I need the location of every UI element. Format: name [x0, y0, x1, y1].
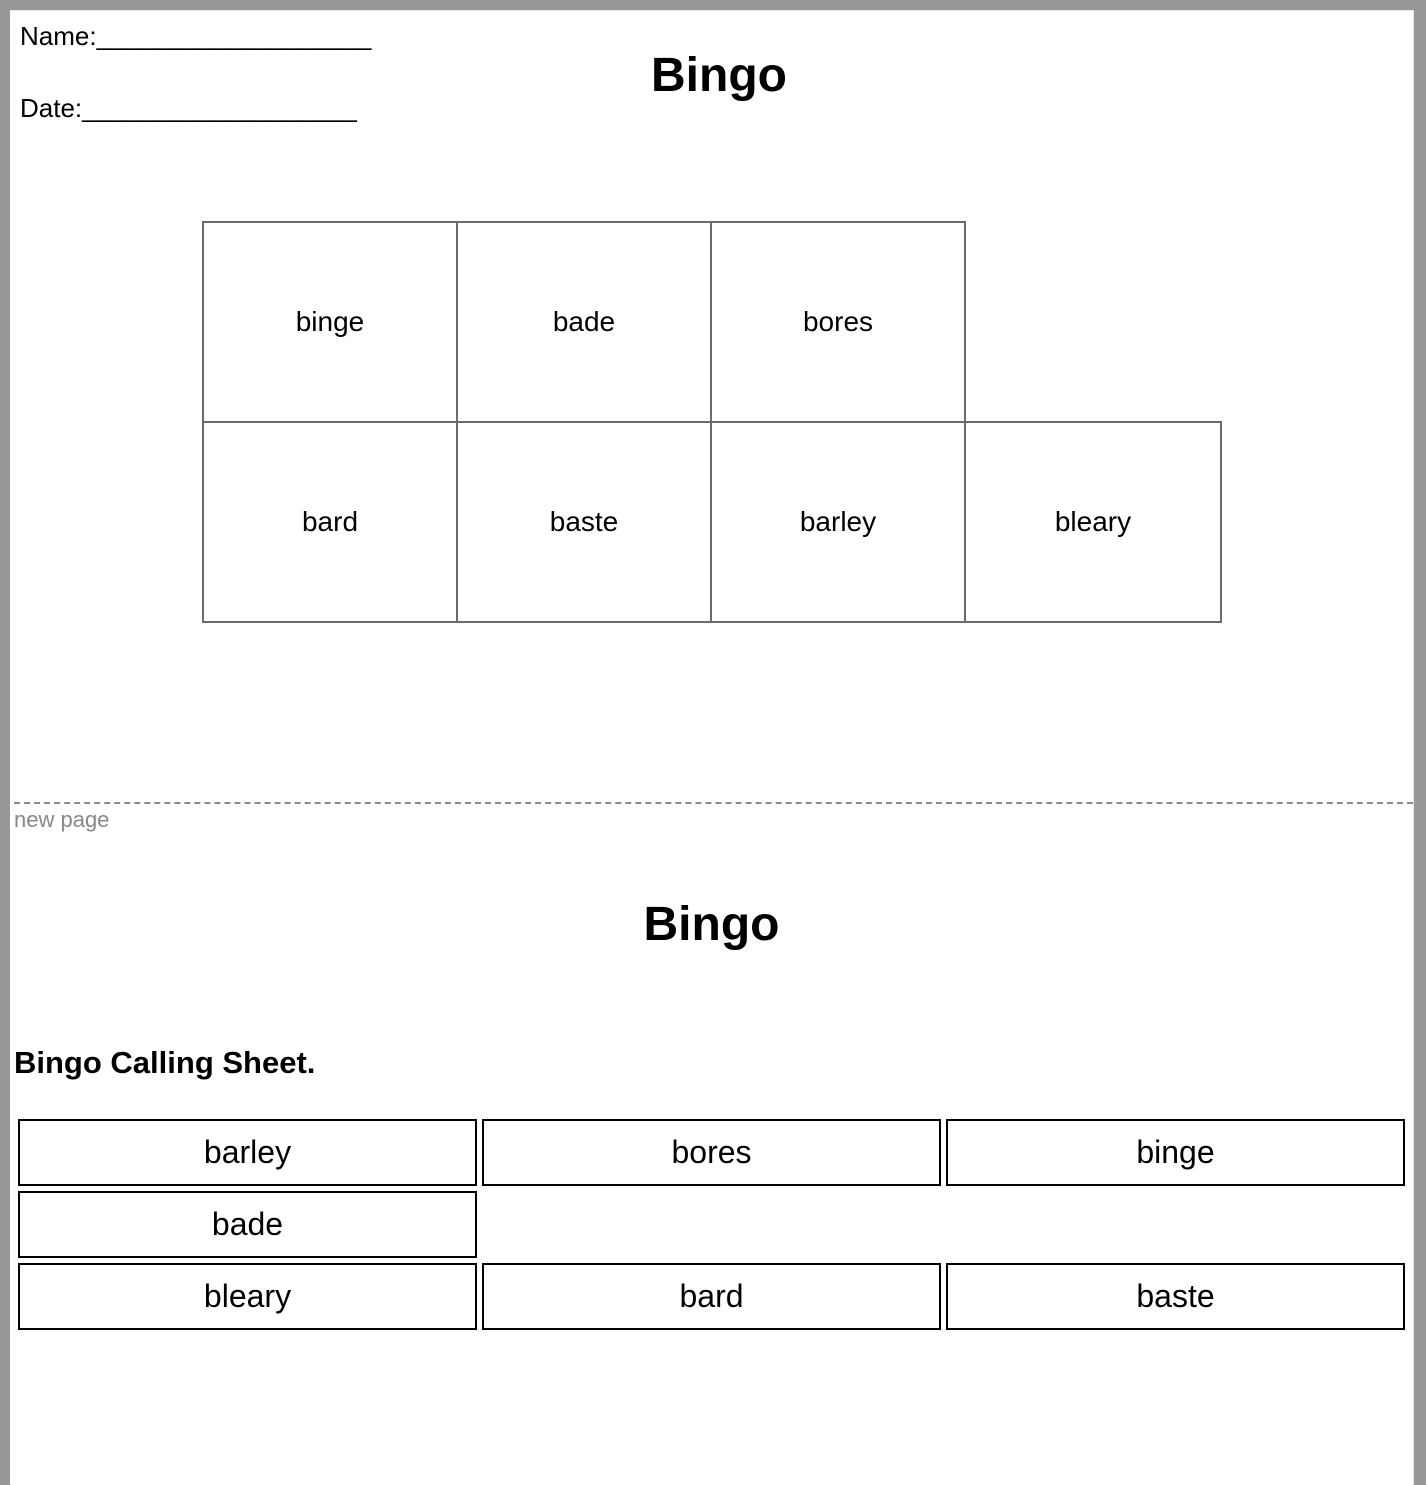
bingo-cell: bard [202, 421, 458, 623]
bingo-cell: binge [202, 221, 458, 423]
page-break-divider [14, 802, 1413, 804]
bingo-cell: bade [456, 221, 712, 423]
bingo-cell: bores [710, 221, 966, 423]
calling-cell: bade [18, 1191, 477, 1258]
calling-sheet-heading: Bingo Calling Sheet. [14, 1045, 316, 1080]
bingo-cell: barley [710, 421, 966, 623]
calling-cell: baste [946, 1263, 1405, 1330]
calling-cell: bleary [18, 1263, 477, 1330]
calling-cell: barley [18, 1119, 477, 1186]
worksheet-page: Name:___________________ Date:__________… [10, 10, 1414, 1485]
bingo-cell: bleary [964, 421, 1222, 623]
page-title: Bingo [651, 49, 787, 102]
page-title-2: Bingo [643, 898, 780, 951]
bingo-cell: baste [456, 421, 712, 623]
page-break-label: new page [14, 807, 110, 832]
calling-cell: binge [946, 1119, 1405, 1186]
calling-cell: bores [482, 1119, 941, 1186]
date-field: Date:___________________ [20, 93, 357, 123]
name-field: Name:___________________ [20, 21, 372, 51]
calling-cell: bard [482, 1263, 941, 1330]
